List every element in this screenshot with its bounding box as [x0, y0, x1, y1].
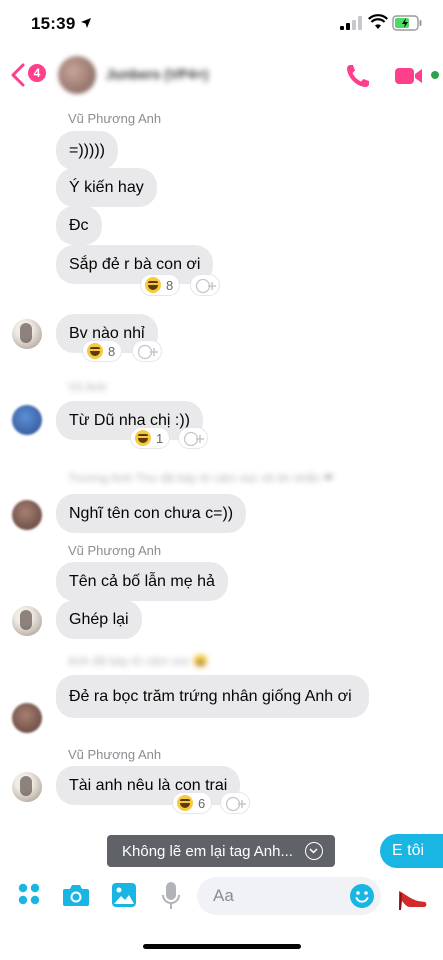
back-chevron-icon[interactable] [10, 63, 26, 87]
message-bubble[interactable]: =))))) [56, 131, 118, 170]
camera-icon[interactable] [62, 883, 90, 907]
message-bubble[interactable]: Sắp đẻ r bà con ơi [56, 245, 214, 284]
message-bubble[interactable]: Ghép lại [56, 600, 142, 639]
add-reaction-button[interactable] [220, 792, 250, 814]
signal-icon [340, 16, 362, 30]
reaction-count-pill[interactable]: 6 [172, 792, 213, 814]
laughing-emoji-icon [177, 795, 193, 811]
laughing-emoji-icon [135, 430, 151, 446]
apps-icon[interactable] [17, 882, 41, 906]
sender-name: Vũ Phương Anh [68, 111, 162, 126]
message-bubble[interactable]: Tài anh nêu là con trai [56, 766, 241, 805]
phone-icon[interactable] [344, 62, 372, 90]
avatar[interactable] [12, 500, 42, 530]
unread-count-badge[interactable]: 4 [28, 64, 46, 82]
message-bubble[interactable]: Tên cả bố lẫn mẹ hả [56, 562, 228, 601]
video-camera-icon[interactable] [394, 64, 424, 88]
status-bar: 15:39 [0, 0, 443, 46]
add-reaction-button[interactable] [190, 274, 220, 296]
home-indicator[interactable] [143, 944, 301, 949]
seen-meta: Vũ Anh [68, 380, 107, 394]
contact-name[interactable]: Junbers (VP4+) [106, 66, 208, 82]
sender-name: Vũ Phương Anh [68, 747, 162, 762]
wifi-icon [368, 14, 388, 29]
reaction-count: 1 [156, 430, 164, 446]
message-bubble[interactable]: Ý kiến hay [56, 168, 157, 207]
reaction-count: 8 [166, 277, 174, 293]
high-heel-icon[interactable] [396, 881, 428, 913]
message-bubble[interactable]: Đc [56, 206, 102, 245]
active-status-dot [431, 71, 439, 79]
location-arrow-icon [81, 18, 91, 28]
reaction-count-pill[interactable]: 1 [130, 427, 171, 449]
message-bubble[interactable]: Đẻ ra bọc trăm trứng nhân giống Anh ơi [56, 675, 369, 718]
avatar[interactable] [12, 405, 42, 435]
reaction-meta: Anh đã bày tỏ cảm xúc 😄 [68, 654, 209, 668]
message-input-pill[interactable] [197, 877, 381, 915]
message-input[interactable] [213, 886, 343, 906]
sender-name: Vũ Phương Anh [68, 543, 162, 558]
status-time: 15:39 [31, 14, 76, 33]
reaction-count: 6 [198, 795, 206, 811]
laughing-emoji-icon [145, 277, 161, 293]
message-bubble[interactable]: Nghĩ tên con chưa c=)) [56, 494, 247, 533]
microphone-icon[interactable] [162, 881, 180, 911]
contact-avatar[interactable] [58, 56, 96, 94]
avatar[interactable] [12, 606, 42, 636]
add-reaction-icon [183, 431, 204, 447]
laughing-emoji-icon [87, 343, 103, 359]
add-reaction-icon [225, 796, 246, 812]
avatar[interactable] [12, 319, 42, 349]
chevron-down-icon[interactable] [305, 842, 323, 860]
composer-bar [0, 872, 443, 922]
smile-emoji-icon[interactable] [349, 883, 375, 909]
add-reaction-button[interactable] [132, 340, 162, 362]
reaction-meta: Trương Anh Thư đã bày tỏ cảm xúc về tin … [68, 471, 334, 485]
battery-icon [392, 15, 422, 31]
add-reaction-icon [137, 344, 158, 360]
conversation-header: 4 Junbers (VP4+) [0, 46, 443, 106]
reaction-count-pill[interactable]: 8 [82, 340, 123, 362]
reaction-count: 8 [108, 343, 116, 359]
avatar[interactable] [12, 703, 42, 733]
add-reaction-icon [195, 278, 216, 294]
tag-suggestion-banner[interactable]: Không lẽ em lại tag Anh... [107, 835, 335, 867]
add-reaction-button[interactable] [178, 427, 208, 449]
quick-reply-chip[interactable]: E tôi [380, 834, 443, 868]
avatar[interactable] [12, 772, 42, 802]
reaction-count-pill[interactable]: 8 [140, 274, 181, 296]
tag-suggestion-text: Không lẽ em lại tag Anh... [122, 842, 293, 860]
gallery-icon[interactable] [111, 882, 137, 908]
